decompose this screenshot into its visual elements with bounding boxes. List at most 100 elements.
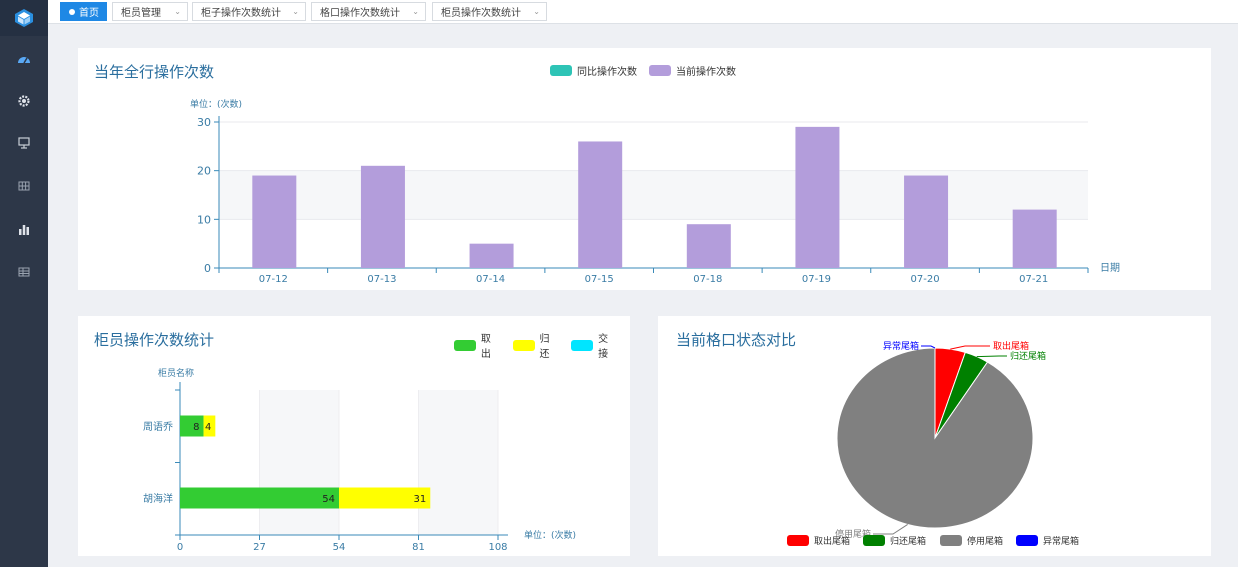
legend-item-handover[interactable]: 交接 bbox=[571, 330, 618, 360]
bar-current bbox=[252, 175, 297, 268]
sidebar-item-monitor[interactable] bbox=[0, 128, 48, 158]
pie-slice-takeout bbox=[934, 347, 966, 439]
bar-data-label: 4 bbox=[205, 422, 211, 433]
sidebar-item-table[interactable] bbox=[0, 257, 48, 287]
sidebar-item-grid[interactable] bbox=[0, 171, 48, 201]
bar-data-label: 8 bbox=[193, 422, 199, 433]
grid-band bbox=[259, 390, 339, 535]
legend-swatch bbox=[787, 535, 809, 546]
legend-label: 异常尾箱 bbox=[1043, 535, 1079, 547]
legend-label: 当前操作次数 bbox=[676, 67, 736, 78]
chart-legend: 取出 归还 交接 bbox=[454, 330, 630, 360]
yearly-operations-panel: 当年全行操作次数 同比操作次数 当前操作次数 0 10 20 30 单位：(次数) 日期 0… bbox=[78, 48, 1211, 290]
panel-title: 当年全行操作次数 bbox=[94, 63, 215, 81]
x-tick-label: 07-12 bbox=[259, 274, 288, 285]
sidebar-item-settings[interactable] bbox=[0, 86, 48, 116]
x-tick-label: 0 bbox=[177, 542, 183, 553]
tab-teller-stats[interactable]: 柜员操作次数统计 ⌄ bbox=[432, 2, 547, 21]
tab-slot-stats[interactable]: 格口操作次数统计 ⌄ bbox=[311, 2, 426, 21]
y-tick-label: 胡海洋 bbox=[143, 492, 173, 505]
tab-cabinet-stats[interactable]: 柜子操作次数统计 ⌄ bbox=[192, 2, 306, 21]
chevron-down-icon[interactable]: ⌄ bbox=[533, 7, 540, 16]
legend-swatch bbox=[454, 339, 476, 351]
bar-current bbox=[795, 126, 840, 268]
app-logo[interactable] bbox=[0, 0, 48, 36]
pie-slice-disabled bbox=[836, 347, 1034, 529]
bar-current bbox=[578, 141, 623, 268]
bar-current bbox=[469, 243, 514, 268]
sidebar-item-dashboard[interactable] bbox=[0, 44, 48, 74]
slot-status-panel: 当前格口状态对比 异常尾箱 取出尾箱 归还尾箱 停用尾箱 取出尾箱 归还尾箱 停用尾箱 异常尾… bbox=[658, 316, 1211, 556]
cube-logo-icon bbox=[15, 9, 33, 27]
bar-current bbox=[1012, 209, 1057, 268]
pie-leader-line bbox=[921, 345, 936, 349]
tab-home[interactable]: 首页 bbox=[60, 2, 107, 21]
legend-item-current[interactable]: 当前操作次数 bbox=[649, 63, 736, 78]
active-dot-icon bbox=[69, 8, 75, 15]
pie-leader-line bbox=[950, 345, 990, 350]
legend-swatch bbox=[649, 65, 671, 76]
legend-label: 同比操作次数 bbox=[577, 67, 637, 78]
y-tick-label: 周语乔 bbox=[143, 421, 173, 433]
tab-label: 首页 bbox=[79, 8, 99, 19]
pie-slice-label: 停用尾箱 bbox=[835, 528, 871, 540]
table-icon bbox=[18, 267, 30, 277]
panel-title: 柜员操作次数统计 bbox=[94, 331, 215, 349]
x-tick-label: 07-13 bbox=[367, 274, 396, 285]
legend-item-yoy[interactable]: 同比操作次数 bbox=[550, 63, 637, 78]
bar-current bbox=[686, 224, 731, 268]
legend-label: 交接 bbox=[598, 334, 609, 360]
y-tick-label: 0 bbox=[204, 262, 211, 275]
grid-icon bbox=[18, 181, 30, 191]
legend-swatch bbox=[1016, 535, 1038, 546]
x-axis-label: 日期 bbox=[1100, 262, 1120, 274]
chevron-down-icon[interactable]: ⌄ bbox=[174, 7, 181, 16]
gear-icon bbox=[18, 95, 30, 107]
x-axis-label: 单位：(次数) bbox=[524, 529, 576, 541]
pie-slice-return bbox=[934, 351, 989, 439]
bar-chart-icon bbox=[19, 225, 29, 235]
x-tick-label: 81 bbox=[412, 542, 425, 553]
slot-status-pie-chart: 异常尾箱 取出尾箱归还尾箱停用尾箱取出尾箱 归还尾箱 停用尾箱 异常尾箱 bbox=[787, 340, 1079, 547]
y-tick-label: 20 bbox=[197, 165, 211, 178]
chart-legend: 同比操作次数 当前操作次数 bbox=[550, 63, 748, 78]
tab-teller-management[interactable]: 柜员管理 ⌄ bbox=[112, 2, 188, 21]
x-tick-label: 27 bbox=[253, 542, 266, 553]
pie-slice-label: 归还尾箱 bbox=[1010, 350, 1046, 362]
grid-band bbox=[418, 390, 498, 535]
bar-data-label: 54 bbox=[322, 494, 335, 505]
y-tick-label: 30 bbox=[197, 116, 211, 129]
pie-leader-line bbox=[976, 355, 1007, 358]
legend-swatch bbox=[550, 65, 572, 76]
x-tick-label: 07-14 bbox=[476, 274, 505, 285]
y-tick-label: 10 bbox=[197, 213, 211, 226]
legend-item-return[interactable]: 归还 bbox=[512, 330, 560, 360]
x-tick-label: 07-15 bbox=[585, 274, 614, 285]
legend-label: 归还 bbox=[539, 334, 550, 360]
sidebar bbox=[0, 0, 48, 567]
legend-swatch bbox=[940, 535, 962, 546]
pie-slice-label: 取出尾箱 bbox=[993, 340, 1029, 352]
bar-takeout bbox=[180, 415, 204, 437]
legend-item-takeout[interactable]: 取出 bbox=[454, 330, 501, 360]
tab-label: 柜子操作次数统计 bbox=[201, 8, 281, 19]
legend-label: 停用尾箱 bbox=[967, 535, 1003, 547]
tab-bar: 首页 柜员管理 ⌄ 柜子操作次数统计 ⌄ 格口操作次数统计 ⌄ 柜员操作次数统计… bbox=[48, 0, 1238, 24]
legend-label: 归还尾箱 bbox=[890, 535, 926, 547]
yearly-bar-chart: 0 10 20 30 单位：(次数) 日期 07-12 07-13 07-14 07-15 07-1… bbox=[190, 98, 1120, 285]
chevron-down-icon[interactable]: ⌄ bbox=[292, 7, 299, 16]
tab-label: 格口操作次数统计 bbox=[320, 8, 400, 19]
legend-swatch bbox=[863, 535, 885, 546]
panel-title: 当前格口状态对比 bbox=[676, 331, 797, 349]
teller-operations-panel: 柜员操作次数统计 取出 归还 交接 0 27 54 81 108 柜员名称单位：(次数) 胡… bbox=[78, 316, 630, 556]
pie-slice-label: 异常尾箱 bbox=[883, 340, 919, 352]
x-tick-label: 54 bbox=[333, 542, 346, 553]
grid-band bbox=[219, 170, 1088, 220]
bar-takeout bbox=[180, 487, 339, 509]
sidebar-item-statistics[interactable] bbox=[0, 214, 48, 244]
chevron-down-icon[interactable]: ⌄ bbox=[412, 7, 419, 16]
y-axis-label: 柜员名称 bbox=[158, 367, 194, 379]
x-tick-label: 07-20 bbox=[911, 274, 940, 285]
legend-swatch bbox=[571, 339, 594, 351]
x-tick-label: 108 bbox=[488, 542, 507, 553]
